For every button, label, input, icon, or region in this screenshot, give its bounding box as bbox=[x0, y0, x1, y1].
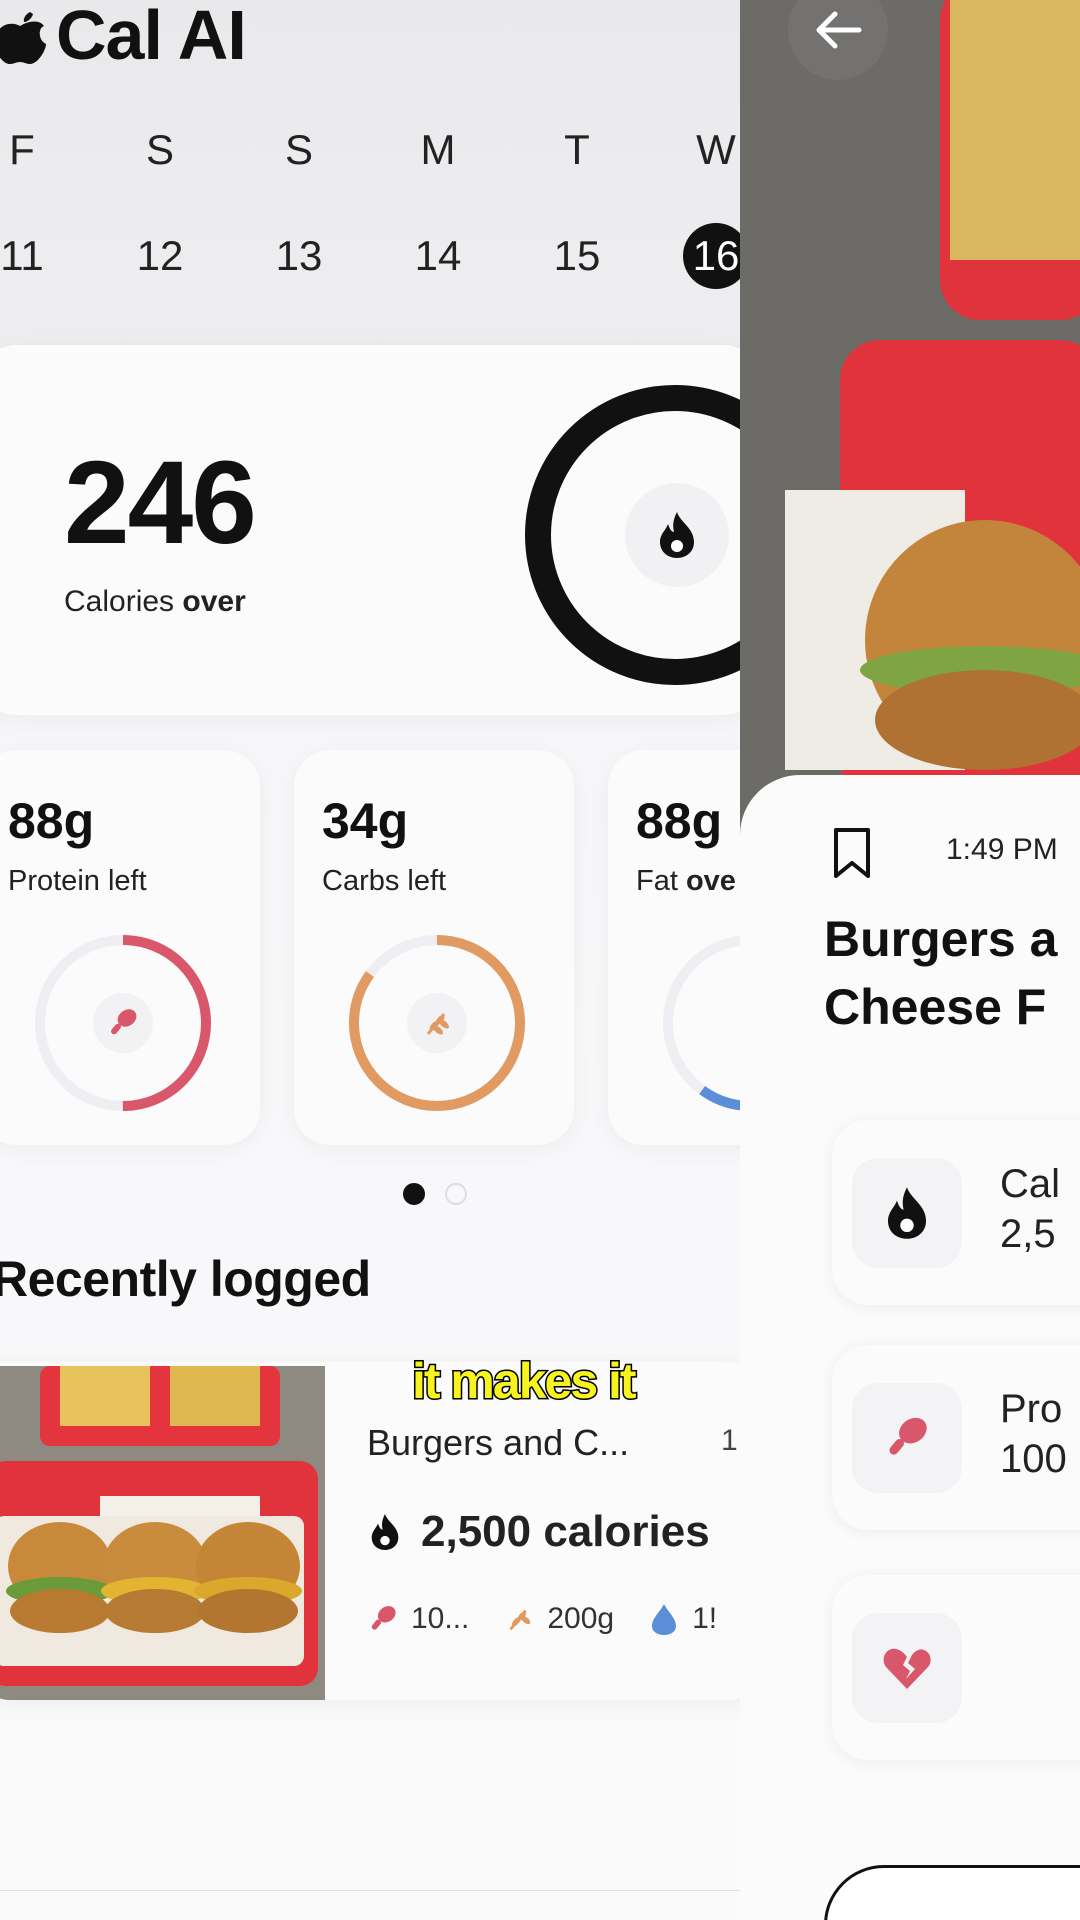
meal-detail-sheet: 1:49 PM Burgers a Cheese F Cal 2,5 Pro 1… bbox=[740, 775, 1080, 1920]
logged-meal-card[interactable]: Burgers and C... 1: 2,500 calories 10...… bbox=[0, 1362, 740, 1700]
meal-fat-value: 1! bbox=[692, 1602, 718, 1635]
flame-icon bbox=[371, 1514, 399, 1550]
meal-photo bbox=[740, 0, 1080, 800]
flame-icon bbox=[852, 1158, 962, 1268]
protein-label: Protein left bbox=[8, 865, 147, 897]
fat-ring-progress bbox=[663, 935, 740, 1111]
carbs-value: 34g bbox=[322, 793, 409, 849]
nutrient-label: Cal bbox=[1000, 1162, 1061, 1206]
meal-detail-title: Burgers a Cheese F bbox=[824, 905, 1057, 1041]
meal-carbs: 200g bbox=[503, 1602, 614, 1636]
day-letter: M bbox=[420, 126, 456, 173]
drumstick-icon bbox=[852, 1383, 962, 1493]
wheat-icon bbox=[407, 993, 467, 1053]
nutrient-card-protein[interactable]: Pro 100 bbox=[832, 1345, 1080, 1530]
drumstick-icon bbox=[93, 993, 153, 1053]
day-number: 14 bbox=[414, 232, 462, 279]
fat-label: Fat ove bbox=[636, 865, 736, 898]
day-monday[interactable]: M 14 bbox=[398, 125, 478, 289]
carousel-dot-active[interactable] bbox=[403, 1183, 425, 1205]
nav-home-icon[interactable] bbox=[30, 1901, 70, 1920]
nutrient-value: 100 bbox=[1000, 1437, 1067, 1481]
nutrient-card-health[interactable] bbox=[832, 1575, 1080, 1760]
meal-detail-screen: 1:49 PM Burgers a Cheese F Cal 2,5 Pro 1… bbox=[740, 0, 1080, 1920]
fat-label-text: Fat bbox=[636, 865, 678, 897]
carbs-card[interactable]: 34g Carbs left bbox=[294, 750, 574, 1145]
meal-protein-value: 10... bbox=[411, 1602, 470, 1635]
calories-label-text: Calories bbox=[64, 585, 175, 618]
meal-fat: 1! bbox=[648, 1602, 717, 1636]
carousel-dot[interactable] bbox=[445, 1183, 467, 1205]
day-letter: W bbox=[696, 126, 736, 173]
day-letter: T bbox=[564, 126, 590, 173]
calories-label: Calories over bbox=[64, 585, 246, 619]
day-number: 11 bbox=[0, 232, 44, 279]
nutrient-card-calories[interactable]: Cal 2,5 bbox=[832, 1120, 1080, 1305]
day-number: 16 bbox=[683, 223, 740, 289]
wheat-icon bbox=[509, 1609, 531, 1631]
meal-macros: 10... 200g 1! bbox=[367, 1602, 737, 1636]
day-letter: S bbox=[145, 126, 174, 173]
meal-protein: 10... bbox=[367, 1602, 469, 1636]
fat-card[interactable]: 88g Fat ove bbox=[608, 750, 740, 1145]
week-strip: F 11 S 12 S 13 M 14 T 15 W 16 bbox=[0, 125, 740, 289]
carbs-label: Carbs left bbox=[322, 865, 447, 897]
bottom-nav bbox=[0, 1890, 740, 1920]
day-letter: S bbox=[284, 126, 313, 173]
drumstick-icon bbox=[371, 1606, 396, 1630]
nav-settings-icon[interactable] bbox=[550, 1901, 590, 1920]
day-letter: F bbox=[9, 126, 35, 173]
apple-logo-icon bbox=[0, 12, 46, 64]
day-number: 13 bbox=[275, 232, 323, 279]
day-sunday[interactable]: S 13 bbox=[259, 125, 339, 289]
meal-detail-time: 1:49 PM bbox=[946, 833, 1058, 866]
fat-label-bold: ove bbox=[685, 865, 736, 897]
food-photo bbox=[0, 1366, 325, 1700]
fix-results-button[interactable] bbox=[824, 1865, 1080, 1920]
app-header: Cal AI bbox=[0, 0, 247, 74]
meal-carbs-value: 200g bbox=[547, 1602, 615, 1635]
meal-time: 1: bbox=[721, 1424, 740, 1457]
day-tuesday[interactable]: T 15 bbox=[537, 125, 617, 289]
protein-value: 88g bbox=[8, 793, 95, 849]
day-friday[interactable]: F 11 bbox=[0, 125, 62, 289]
protein-card[interactable]: 88g Protein left bbox=[0, 750, 260, 1145]
day-number: 12 bbox=[136, 232, 184, 279]
calories-label-bold: over bbox=[182, 585, 246, 618]
broken-heart-icon bbox=[852, 1613, 962, 1723]
home-screen: Cal AI F 11 S 12 S 13 M 14 T 15 W 16 246 bbox=[0, 0, 740, 1920]
fat-ring bbox=[663, 935, 740, 1111]
carousel-dots[interactable] bbox=[403, 1183, 467, 1205]
bookmark-icon[interactable] bbox=[832, 827, 872, 879]
arrow-left-icon bbox=[816, 11, 862, 49]
fat-value: 88g bbox=[636, 793, 723, 849]
day-saturday[interactable]: S 12 bbox=[120, 125, 200, 289]
recently-logged-heading: Recently logged bbox=[0, 1251, 371, 1307]
app-title: Cal AI bbox=[56, 0, 247, 74]
calories-card[interactable]: 246 Calories over bbox=[0, 345, 740, 715]
nutrient-value: 2,5 bbox=[1000, 1212, 1056, 1256]
calories-value: 246 bbox=[64, 437, 257, 569]
nutrient-label: Pro bbox=[1000, 1387, 1063, 1431]
meal-calories-text: 2,500 calories bbox=[421, 1507, 710, 1556]
meal-calories: 2,500 calories bbox=[367, 1507, 710, 1557]
water-drop-icon bbox=[652, 1604, 677, 1635]
flame-icon bbox=[625, 483, 729, 587]
meal-detail-title-line2: Cheese F bbox=[824, 979, 1047, 1035]
meal-detail-title-line1: Burgers a bbox=[824, 911, 1058, 967]
meal-name: Burgers and C... bbox=[367, 1422, 630, 1463]
day-number: 15 bbox=[553, 232, 601, 279]
day-wednesday-selected[interactable]: W 16 bbox=[676, 125, 740, 289]
nav-progress-icon[interactable] bbox=[280, 1901, 320, 1920]
video-caption: it makes it bbox=[411, 1352, 639, 1411]
